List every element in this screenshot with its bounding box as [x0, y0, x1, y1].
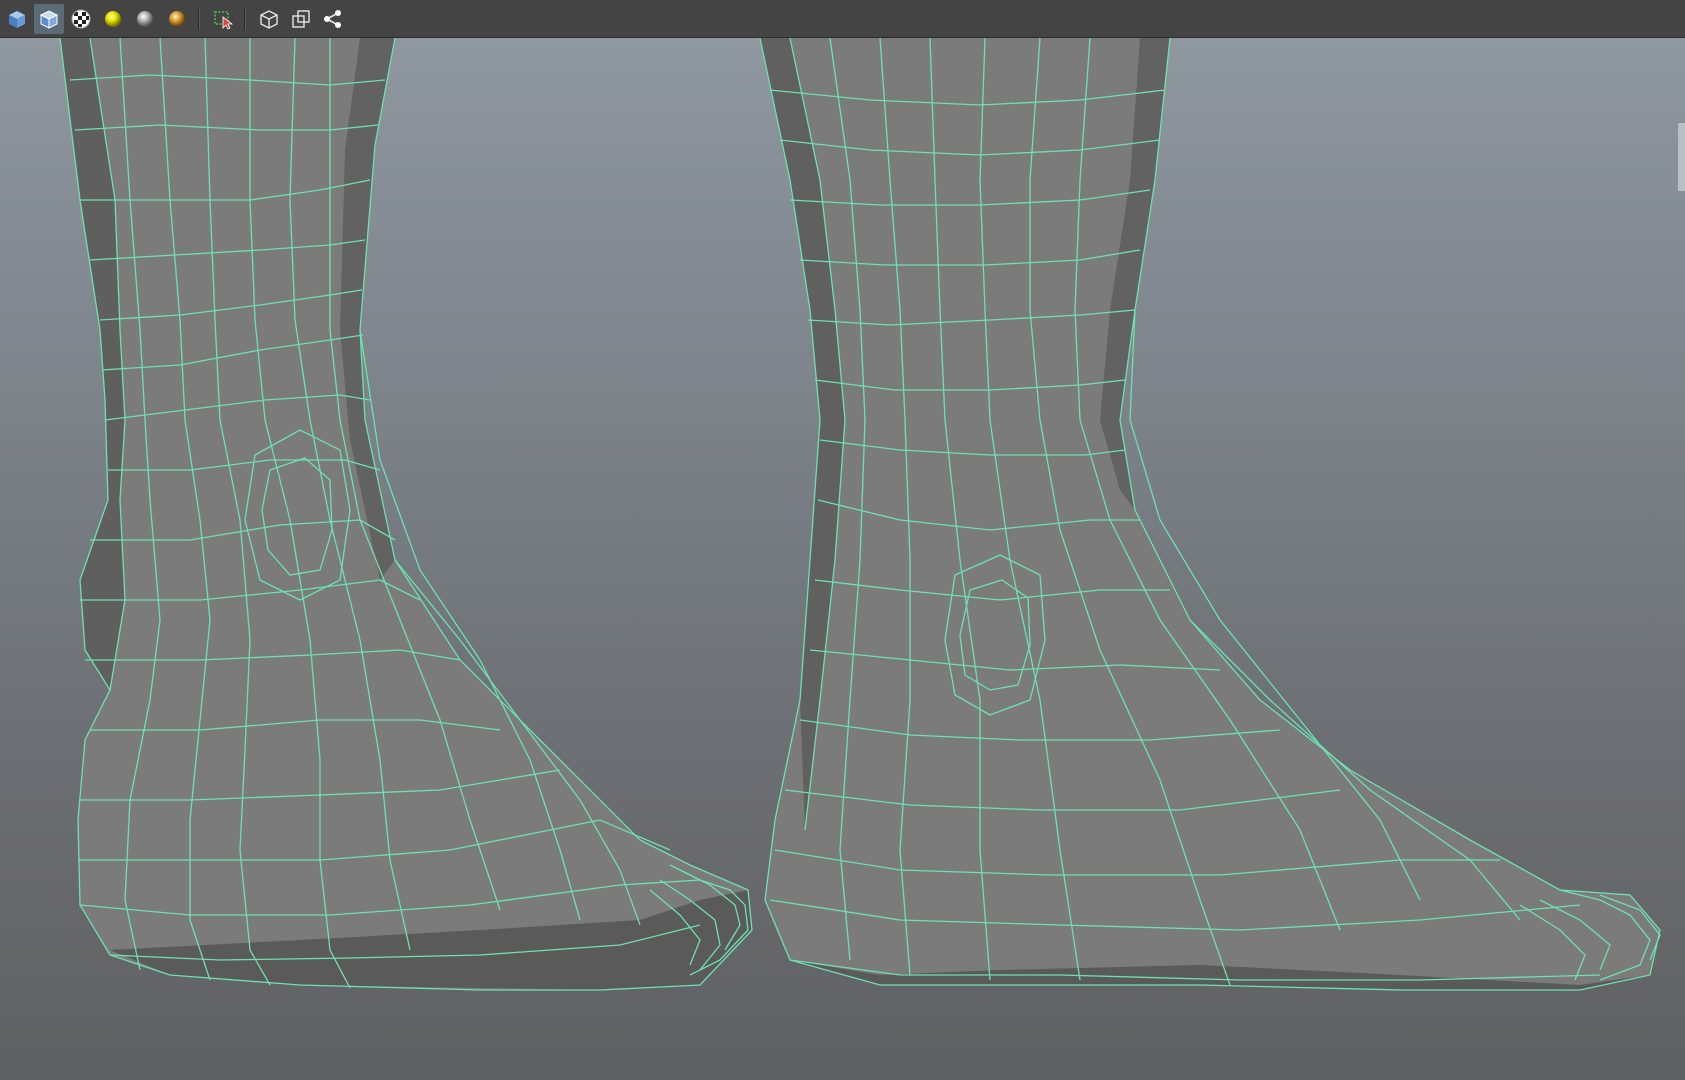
use-all-lights-button[interactable] [98, 4, 128, 34]
xray-button[interactable] [254, 4, 284, 34]
left-foot-mesh[interactable] [59, 38, 753, 991]
outline-cube-icon [260, 9, 278, 29]
overlap-squares-icon [292, 9, 310, 28]
shaded-cube-icon [9, 10, 25, 28]
checker-icon [71, 9, 91, 28]
side-panel-tab[interactable] [1677, 122, 1685, 192]
wire-cube-icon [39, 9, 59, 29]
wireframe-mesh-view [59, 38, 1661, 991]
graph-nodes-icon [324, 9, 341, 28]
toolbar-separator [244, 7, 246, 30]
xray-joints-button[interactable] [286, 4, 316, 34]
shadows-button[interactable] [130, 4, 160, 34]
viewport-toolbar [0, 0, 1685, 38]
yellow-light-sphere-icon [105, 10, 121, 27]
isolate-select-icon [214, 10, 234, 30]
xray-components-button[interactable] [318, 4, 348, 34]
gold-sphere-icon [169, 10, 185, 27]
toolbar-separator [198, 7, 200, 30]
right-foot-mesh[interactable] [759, 38, 1661, 991]
3d-viewport[interactable] [0, 38, 1685, 1080]
shaded-cube-button[interactable] [2, 4, 32, 34]
default-material-button[interactable] [162, 4, 192, 34]
wireframe-on-shaded-button[interactable] [34, 3, 64, 34]
textured-button[interactable] [66, 4, 96, 34]
grey-sphere-icon [137, 10, 153, 27]
isolate-select-button[interactable] [208, 4, 238, 34]
